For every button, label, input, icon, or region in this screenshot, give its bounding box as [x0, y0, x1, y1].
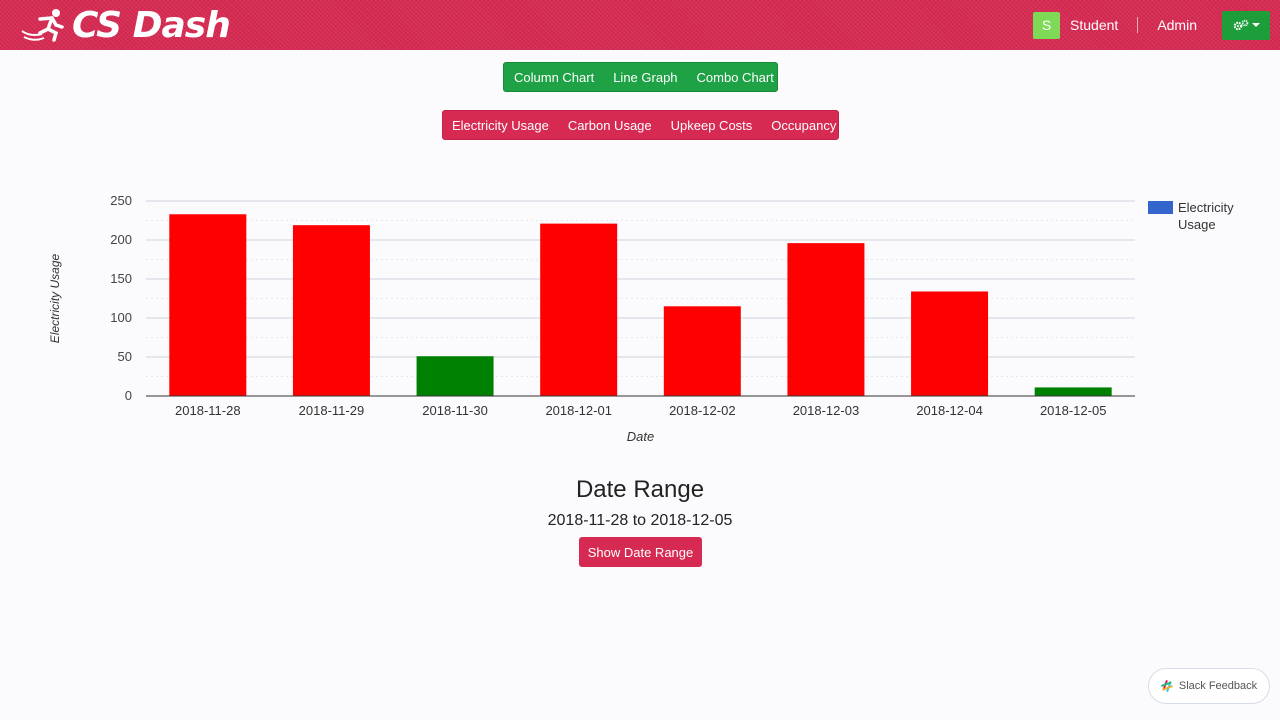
legend-label: Electricity — [1178, 200, 1234, 215]
navbar: CS Dash S Student Admin — [0, 0, 1280, 50]
caret-down-icon — [1251, 23, 1260, 27]
date-range-value: 2018-11-28 to 2018-12-05 — [547, 512, 733, 529]
x-tick-label: 2018-11-30 — [422, 403, 488, 418]
chart-bar — [1034, 387, 1112, 396]
occupancy-button[interactable]: Occupancy — [762, 118, 846, 133]
x-tick-label: 2018-12-04 — [916, 403, 983, 418]
gears-icon — [1233, 19, 1248, 31]
y-tick-label: 100 — [110, 310, 132, 325]
y-tick-label: 150 — [110, 271, 132, 286]
y-tick-label: 250 — [110, 193, 132, 208]
settings-dropdown-button[interactable] — [1222, 10, 1270, 40]
slack-icon — [1160, 680, 1173, 692]
slack-feedback-button[interactable]: Slack Feedback — [1148, 668, 1270, 704]
show-date-range-button[interactable]: Show Date Range — [579, 537, 702, 567]
y-axis-title: Electricity Usage — [48, 254, 62, 344]
x-tick-label: 2018-12-03 — [793, 403, 860, 418]
x-tick-label: 2018-12-02 — [669, 403, 736, 418]
nav-link-admin[interactable]: Admin — [1157, 17, 1197, 33]
chart-type-button-group: Column Chart Line Graph Combo Chart — [503, 62, 778, 92]
slack-feedback-label: Slack Feedback — [1178, 680, 1258, 692]
y-tick-label: 200 — [110, 232, 132, 247]
y-tick-label: 50 — [118, 349, 132, 364]
y-tick-label: 0 — [125, 388, 132, 403]
x-tick-label: 2018-12-01 — [545, 403, 612, 418]
legend-swatch — [1148, 201, 1173, 214]
brand-text: CS Dash — [72, 4, 231, 46]
chart-bar — [292, 225, 370, 396]
column-chart-button[interactable]: Column Chart — [504, 70, 604, 85]
electricity-usage-button[interactable]: Electricity Usage — [443, 118, 558, 133]
brand-logo[interactable]: CS Dash — [20, 4, 231, 46]
nav-link-student[interactable]: Student — [1070, 17, 1118, 33]
electricity-usage-chart: 0 50 100 150 200 250 2018-11-28 2018-11-29 2018-… — [48, 193, 1234, 444]
x-tick-label: 2018-11-29 — [299, 403, 365, 418]
chart-bar — [663, 306, 741, 396]
carbon-usage-button[interactable]: Carbon Usage — [558, 118, 661, 133]
upkeep-costs-button[interactable]: Upkeep Costs — [661, 118, 762, 133]
chart-bar — [911, 291, 989, 396]
chart-bar — [169, 214, 247, 396]
date-range-title: Date Range — [575, 476, 705, 503]
x-tick-label: 2018-11-28 — [175, 403, 241, 418]
x-axis-title: Date — [627, 429, 654, 444]
chart-bar — [540, 223, 618, 396]
metric-button-group: Electricity Usage Carbon Usage Upkeep Co… — [442, 110, 839, 140]
combo-chart-button[interactable]: Combo Chart — [687, 70, 783, 85]
chart-bar — [787, 243, 865, 396]
legend-label: Usage — [1178, 217, 1216, 232]
chart-bar — [416, 356, 494, 396]
x-tick-label: 2018-12-05 — [1040, 403, 1107, 418]
runner-icon — [21, 9, 64, 42]
line-graph-button[interactable]: Line Graph — [604, 70, 687, 85]
nav-divider — [1137, 17, 1139, 33]
nav-right: S Student Admin — [1033, 0, 1270, 50]
avatar[interactable]: S — [1033, 11, 1061, 39]
